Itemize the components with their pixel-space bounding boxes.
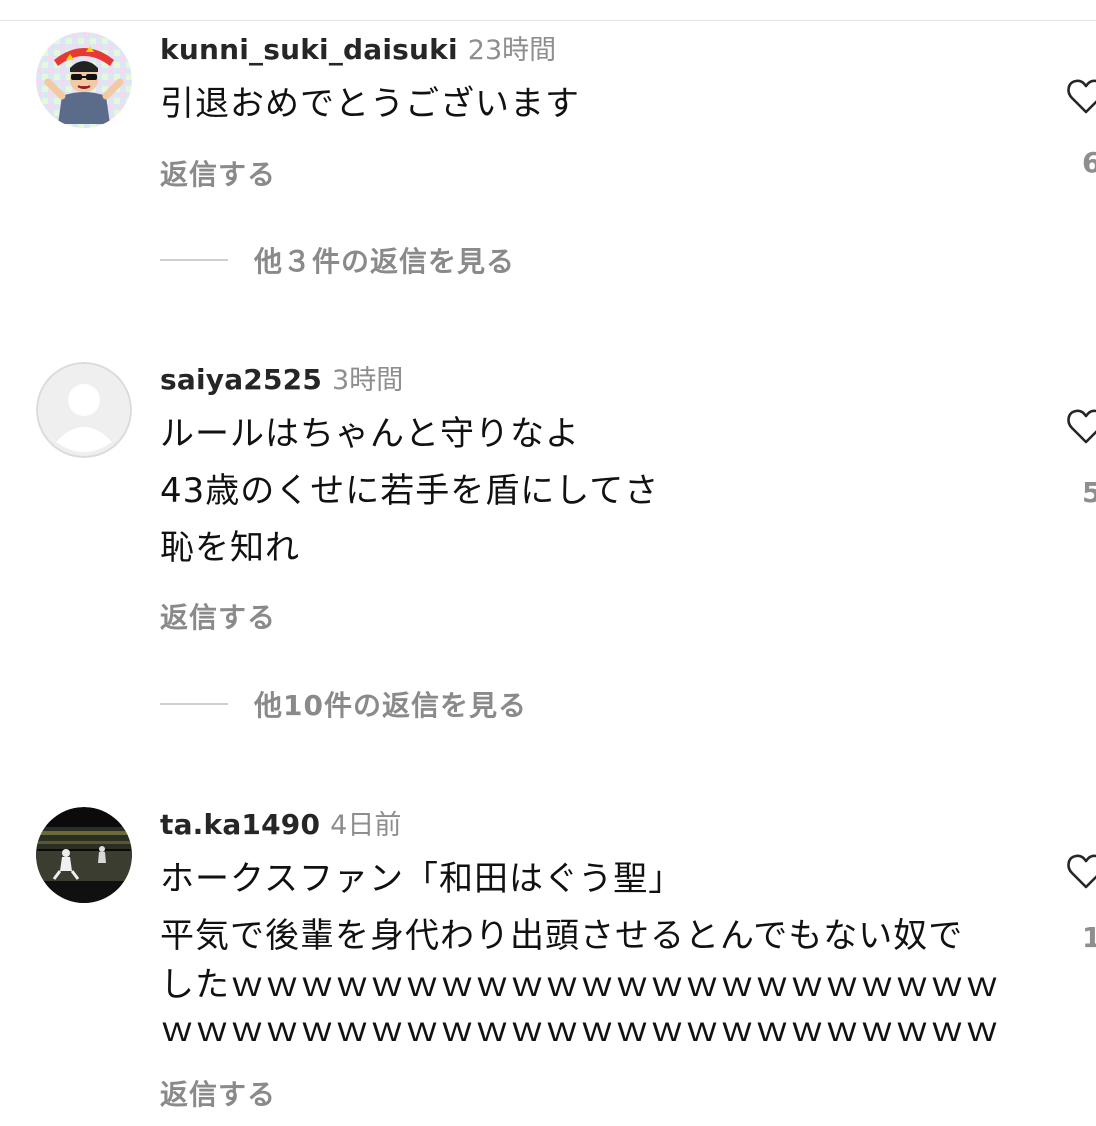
like-column: 1: [1066, 851, 1096, 954]
comment-text-continued: したｗｗｗｗｗｗｗｗｗｗｗｗｗｗｗｗｗｗｗｗｗｗ ｗｗｗｗｗｗｗｗｗｗｗｗｗｗｗ…: [160, 963, 1000, 1053]
comment-line: ルールはちゃんと守りなよ: [160, 414, 580, 454]
reply-button[interactable]: 返信する: [160, 1073, 276, 1113]
username[interactable]: kunni_suki_daisuki: [160, 33, 458, 66]
comment-line: 平気で後輩を身代わり出頭させるとんでもない奴で: [160, 916, 964, 956]
comment-line: ホークスファン「和田はぐう聖」: [160, 859, 684, 899]
view-replies-label: 他10件の返信を見る: [254, 689, 527, 722]
comment-text: 引退おめでとうございます: [160, 76, 580, 133]
baseball-photo-avatar-icon[interactable]: [36, 807, 132, 903]
timestamp: 4日前: [330, 810, 402, 841]
view-replies-button[interactable]: 他10件の返信を見る: [160, 684, 527, 724]
like-column: 5: [1066, 406, 1096, 509]
view-replies-label: 他３件の返信を見る: [254, 245, 516, 278]
like-column: 6: [1066, 76, 1096, 179]
username[interactable]: saiya2525: [160, 363, 322, 396]
timestamp: 3時間: [332, 365, 404, 396]
heart-icon[interactable]: [1066, 851, 1096, 891]
cartoon-avatar-icon[interactable]: [36, 32, 132, 128]
comment-line: 引退おめでとうございます: [160, 84, 580, 124]
heart-icon[interactable]: [1066, 76, 1096, 116]
like-count: 1: [1082, 921, 1096, 954]
comment-line: したｗｗｗｗｗｗｗｗｗｗｗｗｗｗｗｗｗｗｗｗｗｗ: [160, 965, 1000, 1005]
comment-line: 恥を知れ: [160, 528, 300, 568]
divider-dash: [160, 703, 228, 705]
reply-button[interactable]: 返信する: [160, 153, 276, 193]
comment-line: 43歳のくせに若手を盾にしてさ: [160, 471, 660, 511]
reply-button[interactable]: 返信する: [160, 596, 276, 636]
timestamp: 23時間: [467, 35, 557, 66]
like-count: 6: [1082, 146, 1096, 179]
comment-header: saiya2525 3時間: [160, 362, 403, 402]
comment-line: ｗｗｗｗｗｗｗｗｗｗｗｗｗｗｗｗｗｗｗｗｗｗｗｗ: [160, 1010, 1000, 1050]
divider-dash: [160, 259, 228, 261]
default-user-avatar-icon[interactable]: [36, 362, 132, 458]
like-count: 5: [1082, 476, 1096, 509]
comment-text: ルールはちゃんと守りなよ 43歳のくせに若手を盾にしてさ 恥を知れ: [160, 406, 659, 577]
comment-header: kunni_suki_daisuki 23時間: [160, 32, 556, 72]
username[interactable]: ta.ka1490: [160, 808, 320, 841]
heart-icon[interactable]: [1066, 406, 1096, 446]
comment-text: ホークスファン「和田はぐう聖」 平気で後輩を身代わり出頭させるとんでもない奴で: [160, 851, 963, 965]
comment-header: ta.ka1490 4日前: [160, 807, 401, 847]
view-replies-button[interactable]: 他３件の返信を見る: [160, 240, 515, 280]
top-divider: [0, 20, 1096, 21]
